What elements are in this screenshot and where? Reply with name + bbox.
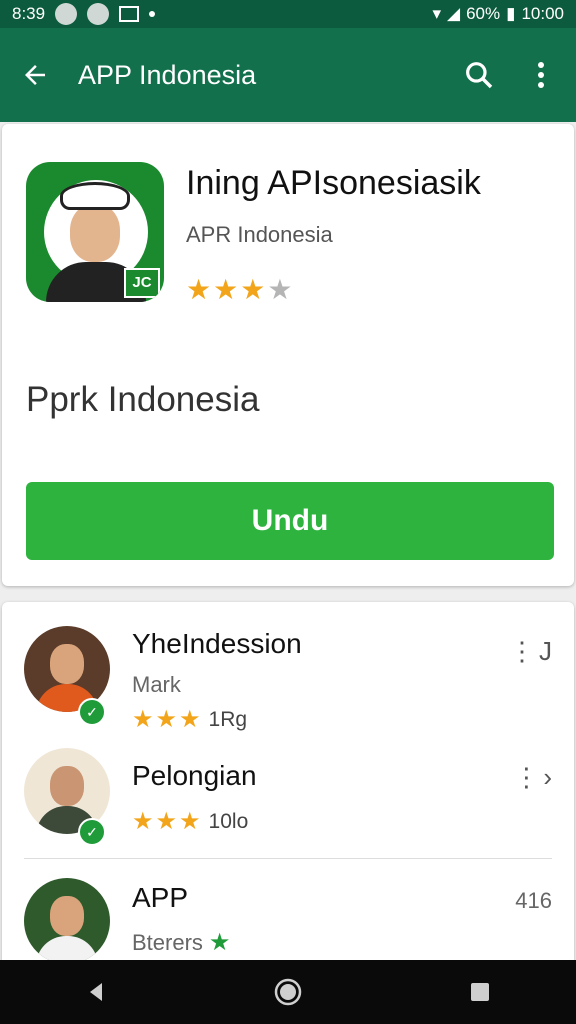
more-vert-icon: ⋮ <box>513 762 540 792</box>
back-arrow-icon[interactable] <box>18 58 52 92</box>
battery-text: 60% <box>466 4 501 23</box>
list-item-rating: ★ ★ ★ 10lo <box>132 810 248 834</box>
notification-icon <box>119 6 140 22</box>
wifi-icon: ▾ <box>432 4 441 23</box>
star-full-icon: ★ <box>155 706 178 733</box>
install-button[interactable]: Undu <box>26 482 554 560</box>
more-vert-icon[interactable] <box>524 58 558 92</box>
star-full-icon: ★ <box>179 706 201 733</box>
nav-recents-icon[interactable] <box>463 975 497 1009</box>
list-item-subtitle: Bterers ★ <box>132 928 230 957</box>
rating-count: 10lo <box>208 810 249 833</box>
divider <box>24 858 552 859</box>
status-bar: 8:39 ▾ ◢ 60% ▮ 10:00 <box>0 0 576 28</box>
overflow-menu-icon[interactable]: ⋮ J <box>509 636 552 667</box>
app-logo: JC <box>26 162 164 302</box>
battery-icon: ▮ <box>506 4 516 23</box>
overflow-label: › <box>543 762 552 792</box>
app-detail-card: JC Ining APIsonesiasik APR Indonesia ★ ★… <box>2 124 574 586</box>
search-icon[interactable] <box>462 58 496 92</box>
signal-icon: ◢ <box>446 4 461 23</box>
list-item[interactable]: ✓ YheIndession Mark ★ ★ ★ 1Rg ⋮ J <box>2 626 574 736</box>
app-developer[interactable]: APR Indonesia <box>186 222 333 248</box>
list-item-subtitle: Mark <box>132 672 181 697</box>
app-subtitle: Pprk Indonesia <box>26 380 260 419</box>
nav-home-icon[interactable] <box>271 975 305 1009</box>
app-bar: APP Indonesia <box>0 28 576 122</box>
star-full-icon: ★ <box>155 808 178 835</box>
list-item[interactable]: ✓ Pelongian ★ ★ ★ 10lo ⋮ › <box>2 748 574 848</box>
more-notifications-icon <box>149 11 156 17</box>
notification-icon <box>87 3 110 25</box>
app-title: Ining APIsonesiasik <box>186 164 481 202</box>
nav-back-icon[interactable] <box>79 975 113 1009</box>
app-logo-badge: JC <box>124 268 160 298</box>
star-full-icon: ★ <box>132 706 154 733</box>
notification-icon <box>55 3 78 25</box>
list-item-title: Pelongian <box>132 760 257 791</box>
app-rating: ★ ★ ★ ★ <box>186 276 292 304</box>
verified-badge-icon: ✓ <box>78 818 106 846</box>
star-full-icon: ★ <box>240 274 266 305</box>
star-green-icon: ★ <box>208 929 231 956</box>
list-item[interactable]: APP Bterers ★ 416 <box>2 878 574 962</box>
status-time: 8:39 <box>12 4 46 23</box>
list-item-subtitle-text: Bterers <box>132 929 203 955</box>
list-item-title: APP <box>132 882 189 913</box>
list-item-meta: 416 <box>515 888 552 913</box>
related-apps-card: ✓ YheIndession Mark ★ ★ ★ 1Rg ⋮ J ✓ Pelo… <box>2 602 574 962</box>
system-nav-bar <box>0 960 576 1024</box>
star-full-icon: ★ <box>213 274 239 305</box>
verified-badge-icon: ✓ <box>78 698 106 726</box>
avatar <box>24 878 110 962</box>
star-empty-icon: ★ <box>267 274 293 305</box>
rating-count: 1Rg <box>208 708 248 731</box>
overflow-menu-icon[interactable]: ⋮ › <box>513 762 552 793</box>
star-full-icon: ★ <box>179 808 201 835</box>
status-clock: 10:00 <box>521 4 564 23</box>
page-title: APP Indonesia <box>78 59 257 90</box>
overflow-label: J <box>539 636 552 666</box>
more-vert-icon: ⋮ <box>509 636 535 666</box>
star-full-icon: ★ <box>186 274 212 305</box>
list-item-rating: ★ ★ ★ 1Rg <box>132 708 247 732</box>
list-item-title: YheIndession <box>132 628 302 659</box>
star-full-icon: ★ <box>132 808 154 835</box>
